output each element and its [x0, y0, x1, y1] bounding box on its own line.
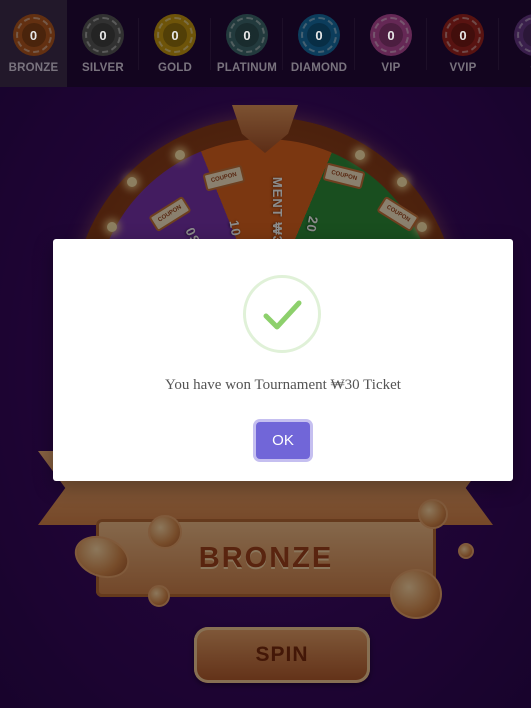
result-dialog: You have won Tournament ₩30 Ticket OK — [53, 239, 513, 481]
result-message: You have won Tournament ₩30 Ticket — [165, 377, 401, 393]
success-check-icon — [243, 275, 321, 353]
ok-button[interactable]: OK — [256, 422, 310, 459]
